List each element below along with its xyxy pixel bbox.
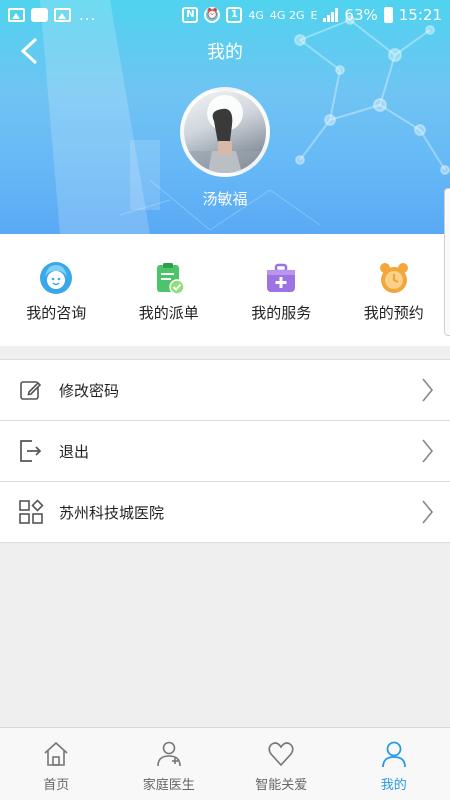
message-icon [31, 8, 48, 22]
doctor-icon [155, 740, 183, 768]
clock: 15:21 [398, 6, 442, 24]
battery-icon [383, 7, 393, 23]
alarm-clock-icon [376, 260, 412, 296]
logout-icon [17, 437, 45, 465]
network-4g: 4G [248, 8, 264, 22]
tab-label: 首页 [43, 778, 70, 793]
bottom-tab-bar: 首页 家庭医生 智能关爱 我的 [0, 727, 450, 800]
menu-item-hospital[interactable]: 苏州科技城医院 [0, 482, 450, 543]
apps-grid-icon [17, 498, 45, 526]
quick-action-consult[interactable]: 我的咨询 [0, 234, 113, 346]
network-e: E [310, 8, 318, 22]
quick-action-dispatch[interactable]: 我的派单 [113, 234, 226, 346]
page-title: 我的 [207, 42, 243, 63]
settings-menu: 修改密码 退出 苏州科技城医院 [0, 359, 450, 543]
menu-item-label: 苏州科技城医院 [59, 503, 165, 522]
quick-action-service[interactable]: 我的服务 [225, 234, 338, 346]
network-4g-2g: 4G 2G [269, 8, 305, 22]
sim-badge: 1 [226, 7, 243, 23]
dispatch-clipboard-icon [151, 260, 187, 296]
edit-pencil-icon [17, 376, 45, 404]
menu-item-change-password[interactable]: 修改密码 [0, 360, 450, 421]
user-icon [380, 740, 408, 768]
quick-actions: 我的咨询 我的派单 我的服务 我的预约 [0, 234, 450, 346]
chevron-right-icon [422, 439, 434, 463]
quick-action-label: 我的派单 [138, 304, 199, 322]
gallery-icon [54, 8, 71, 22]
tab-label: 我的 [380, 778, 407, 793]
menu-item-label: 退出 [59, 442, 90, 461]
menu-item-label: 修改密码 [59, 381, 120, 400]
chevron-right-icon [422, 500, 434, 524]
battery-percent: 63% [344, 6, 378, 24]
quick-action-label: 我的服务 [251, 304, 312, 322]
tab-mine[interactable]: 我的 [338, 728, 450, 800]
quick-action-label: 我的预约 [363, 304, 424, 322]
username: 汤敏福 [202, 190, 248, 208]
alarm-icon: ⏰ [204, 7, 221, 23]
signal-icon [323, 8, 339, 22]
tab-smart-care[interactable]: 智能关爱 [225, 728, 338, 800]
quick-action-appointment[interactable]: 我的预约 [338, 234, 450, 346]
tab-home[interactable]: 首页 [0, 728, 113, 800]
tab-family-doctor[interactable]: 家庭医生 [113, 728, 226, 800]
menu-item-logout[interactable]: 退出 [0, 421, 450, 482]
quick-action-label: 我的咨询 [26, 304, 87, 322]
avatar[interactable] [180, 87, 270, 177]
more-notifications: ... [79, 6, 97, 24]
heart-icon [267, 740, 295, 768]
side-scroll-handle[interactable] [444, 188, 450, 336]
chevron-right-icon [422, 378, 434, 402]
consult-person-icon [38, 260, 74, 296]
status-bar: ... N ⏰ 1 4G 4G 2G E 63% 15:21 [0, 0, 450, 30]
service-medkit-icon [263, 260, 299, 296]
tab-label: 家庭医生 [142, 778, 195, 793]
gallery-icon [8, 8, 25, 22]
nfc-icon: N [182, 7, 199, 23]
home-icon [42, 740, 70, 768]
tab-label: 智能关爱 [255, 778, 308, 793]
